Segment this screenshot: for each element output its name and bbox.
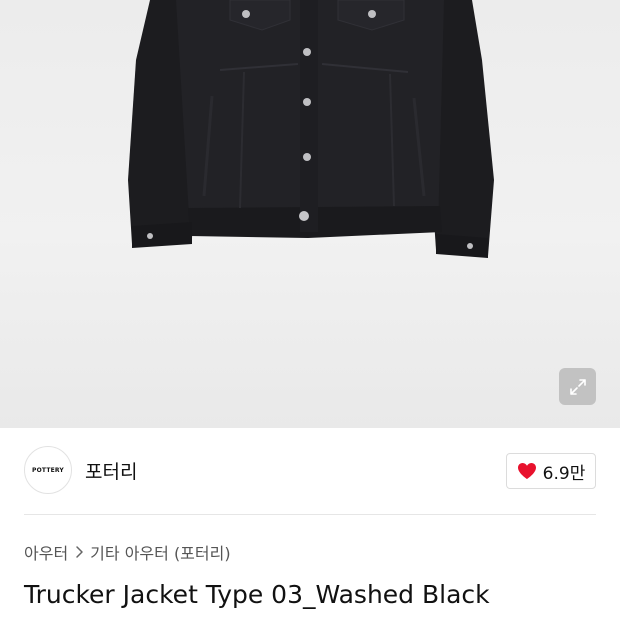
breadcrumb-item-outer[interactable]: 아우터 — [24, 540, 68, 564]
breadcrumb-item-other-outer[interactable]: 기타 아우터 (포터리) — [90, 540, 230, 564]
brand-logo-text: POTTERY — [32, 466, 64, 474]
expand-image-button[interactable] — [559, 368, 596, 405]
divider — [24, 514, 596, 515]
brand-row: POTTERY 포터리 6.9만 — [0, 428, 620, 514]
chevron-right-icon — [74, 545, 84, 559]
brand-logo[interactable]: POTTERY — [24, 446, 72, 494]
brand-name[interactable]: 포터리 — [85, 457, 137, 484]
product-title: Trucker Jacket Type 03_Washed Black — [24, 580, 490, 609]
heart-icon — [517, 463, 536, 479]
expand-icon — [569, 378, 586, 395]
product-image[interactable] — [0, 0, 620, 428]
breadcrumb: 아우터 기타 아우터 (포터리) — [24, 540, 231, 564]
like-button[interactable]: 6.9만 — [506, 453, 596, 489]
like-count: 6.9만 — [542, 463, 586, 484]
jacket-image — [128, 0, 494, 258]
